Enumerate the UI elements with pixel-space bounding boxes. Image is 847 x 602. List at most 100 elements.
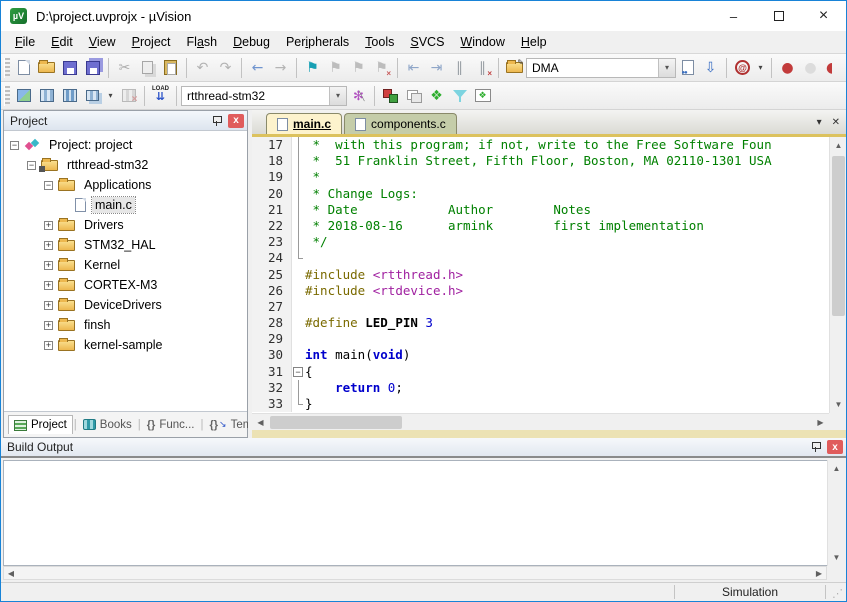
redo-icon[interactable]: ↷	[214, 57, 237, 79]
title-bar[interactable]: µV D:\project.uvprojx - µVision – ×	[1, 1, 846, 31]
menu-flash[interactable]: Flash	[179, 33, 226, 51]
tree-item-finsh[interactable]: +finsh	[4, 315, 247, 335]
translate-file-icon[interactable]	[12, 85, 35, 107]
target-select-combobox-dropdown-button[interactable]: ▾	[329, 87, 346, 105]
minimize-button[interactable]: –	[711, 1, 756, 31]
manage-rte-icon[interactable]: ❖	[425, 85, 448, 107]
manage-multi-project-icon[interactable]	[402, 85, 425, 107]
find-in-files-doc-icon[interactable]	[676, 57, 699, 79]
pack-installer-icon[interactable]	[471, 85, 494, 107]
menu-svcs[interactable]: SVCS	[402, 33, 452, 51]
search-term-combobox-dropdown-button[interactable]: ▾	[658, 59, 675, 77]
breakpoint-toggle-icon[interactable]: ●	[776, 57, 799, 79]
menu-view[interactable]: View	[81, 33, 124, 51]
code-coverage-dropdown[interactable]: ▾	[754, 57, 767, 79]
select-packs-icon[interactable]	[448, 85, 471, 107]
editor-tab-components-c[interactable]: components.c	[344, 113, 457, 134]
expand-icon[interactable]: +	[44, 281, 53, 290]
copy-icon[interactable]	[136, 57, 159, 79]
tree-item-kernel[interactable]: +Kernel	[4, 255, 247, 275]
pin-icon[interactable]	[809, 440, 823, 454]
tab-list-dropdown[interactable]: ▾	[817, 117, 822, 128]
rebuild-all-icon[interactable]	[58, 85, 81, 107]
stop-build-icon[interactable]	[117, 85, 140, 107]
toolbar-grip[interactable]	[4, 58, 10, 78]
tree-item-main-c[interactable]: main.c	[4, 195, 247, 215]
tree-item-cortex-m3[interactable]: +CORTEX-M3	[4, 275, 247, 295]
paste-icon[interactable]	[159, 57, 182, 79]
tree-item-devicedrivers[interactable]: +DeviceDrivers	[4, 295, 247, 315]
expand-icon[interactable]: +	[44, 241, 53, 250]
breakpoint-disable-icon[interactable]: ●	[799, 57, 822, 79]
options-for-target-icon[interactable]	[347, 85, 370, 107]
scroll-right-arrow[interactable]: ▶	[812, 567, 826, 579]
collapse-icon[interactable]: −	[27, 161, 36, 170]
scroll-left-arrow[interactable]: ◀	[4, 567, 18, 579]
tree-item-kernel-sample[interactable]: +kernel-sample	[4, 335, 247, 355]
code-coverage-icon[interactable]: @	[731, 57, 754, 79]
collapse-icon[interactable]: −	[44, 181, 53, 190]
search-term-combobox[interactable]: DMA▾	[526, 58, 676, 78]
new-file-icon[interactable]	[12, 57, 35, 79]
incremental-find-icon[interactable]: ⇩	[699, 57, 722, 79]
tree-item-applications[interactable]: −Applications	[4, 175, 247, 195]
breakpoint-kill-icon[interactable]: ●	[822, 57, 832, 79]
menu-help[interactable]: Help	[513, 33, 555, 51]
menu-file[interactable]: File	[7, 33, 43, 51]
menu-window[interactable]: Window	[452, 33, 512, 51]
undo-icon[interactable]: ↶	[191, 57, 214, 79]
tree-item-project-project[interactable]: −Project: project	[4, 135, 247, 155]
bookmark-clear-icon[interactable]: ⚑×	[370, 57, 393, 79]
build-output-vertical-scrollbar[interactable]: ▲ ▼	[827, 460, 844, 566]
unindent-icon[interactable]: ⇤	[402, 57, 425, 79]
code-editor[interactable]: 17 * with this program; if not, write to…	[252, 137, 829, 413]
panel-tab-func[interactable]: {}Func...	[142, 416, 200, 434]
find-in-files-icon[interactable]	[503, 57, 526, 79]
uncomment-icon[interactable]: ∥×	[471, 57, 494, 79]
bookmark-toggle-icon[interactable]: ⚑	[301, 57, 324, 79]
scroll-down-arrow[interactable]: ▼	[828, 549, 845, 566]
build-icon[interactable]	[35, 85, 58, 107]
editor-tab-main-c[interactable]: main.c	[266, 113, 342, 134]
menu-peripherals[interactable]: Peripherals	[278, 33, 357, 51]
collapse-icon[interactable]: −	[10, 141, 19, 150]
target-select-combobox[interactable]: rtthread-stm32▾	[181, 86, 347, 106]
download-icon[interactable]	[149, 85, 172, 107]
batch-build-dropdown[interactable]: ▾	[104, 85, 117, 107]
scroll-right-arrow[interactable]: ▶	[812, 414, 829, 431]
comment-icon[interactable]: ∥	[448, 57, 471, 79]
scroll-down-arrow[interactable]: ▼	[830, 396, 847, 413]
expand-icon[interactable]: +	[44, 301, 53, 310]
manage-project-items-icon[interactable]	[379, 85, 402, 107]
bookmark-next-icon[interactable]: ⚑	[347, 57, 370, 79]
bookmark-prev-icon[interactable]: ⚑	[324, 57, 347, 79]
menu-debug[interactable]: Debug	[225, 33, 278, 51]
expand-icon[interactable]: +	[44, 321, 53, 330]
scroll-up-arrow[interactable]: ▲	[830, 137, 847, 154]
build-output-content[interactable]	[3, 460, 844, 566]
cut-icon[interactable]: ✂	[113, 57, 136, 79]
horizontal-scroll-thumb[interactable]	[270, 416, 402, 429]
menu-edit[interactable]: Edit	[43, 33, 81, 51]
build-output-close-button[interactable]: x	[827, 440, 843, 454]
scroll-up-arrow[interactable]: ▲	[828, 460, 845, 477]
tree-item-rtthread-stm32[interactable]: −rtthread-stm32	[4, 155, 247, 175]
project-panel-close-button[interactable]: x	[228, 114, 244, 128]
navigate-forward-icon[interactable]: →	[269, 57, 292, 79]
expand-icon[interactable]: +	[44, 261, 53, 270]
menu-tools[interactable]: Tools	[357, 33, 402, 51]
expand-icon[interactable]: +	[44, 221, 53, 230]
expand-icon[interactable]: +	[44, 341, 53, 350]
scroll-left-arrow[interactable]: ◀	[252, 414, 269, 431]
close-button[interactable]: ×	[801, 1, 846, 31]
vertical-scroll-thumb[interactable]	[832, 156, 845, 316]
save-all-icon[interactable]	[81, 57, 104, 79]
panel-tab-project[interactable]: Project	[8, 415, 73, 434]
maximize-button[interactable]	[756, 1, 801, 31]
editor-vertical-scrollbar[interactable]: ▲ ▼	[829, 137, 846, 413]
pin-icon[interactable]	[210, 114, 224, 128]
toolbar-grip[interactable]	[4, 86, 10, 106]
editor-horizontal-scrollbar[interactable]: ◀ ▶	[252, 413, 829, 430]
batch-build-icon[interactable]	[81, 85, 104, 107]
tree-item-drivers[interactable]: +Drivers	[4, 215, 247, 235]
